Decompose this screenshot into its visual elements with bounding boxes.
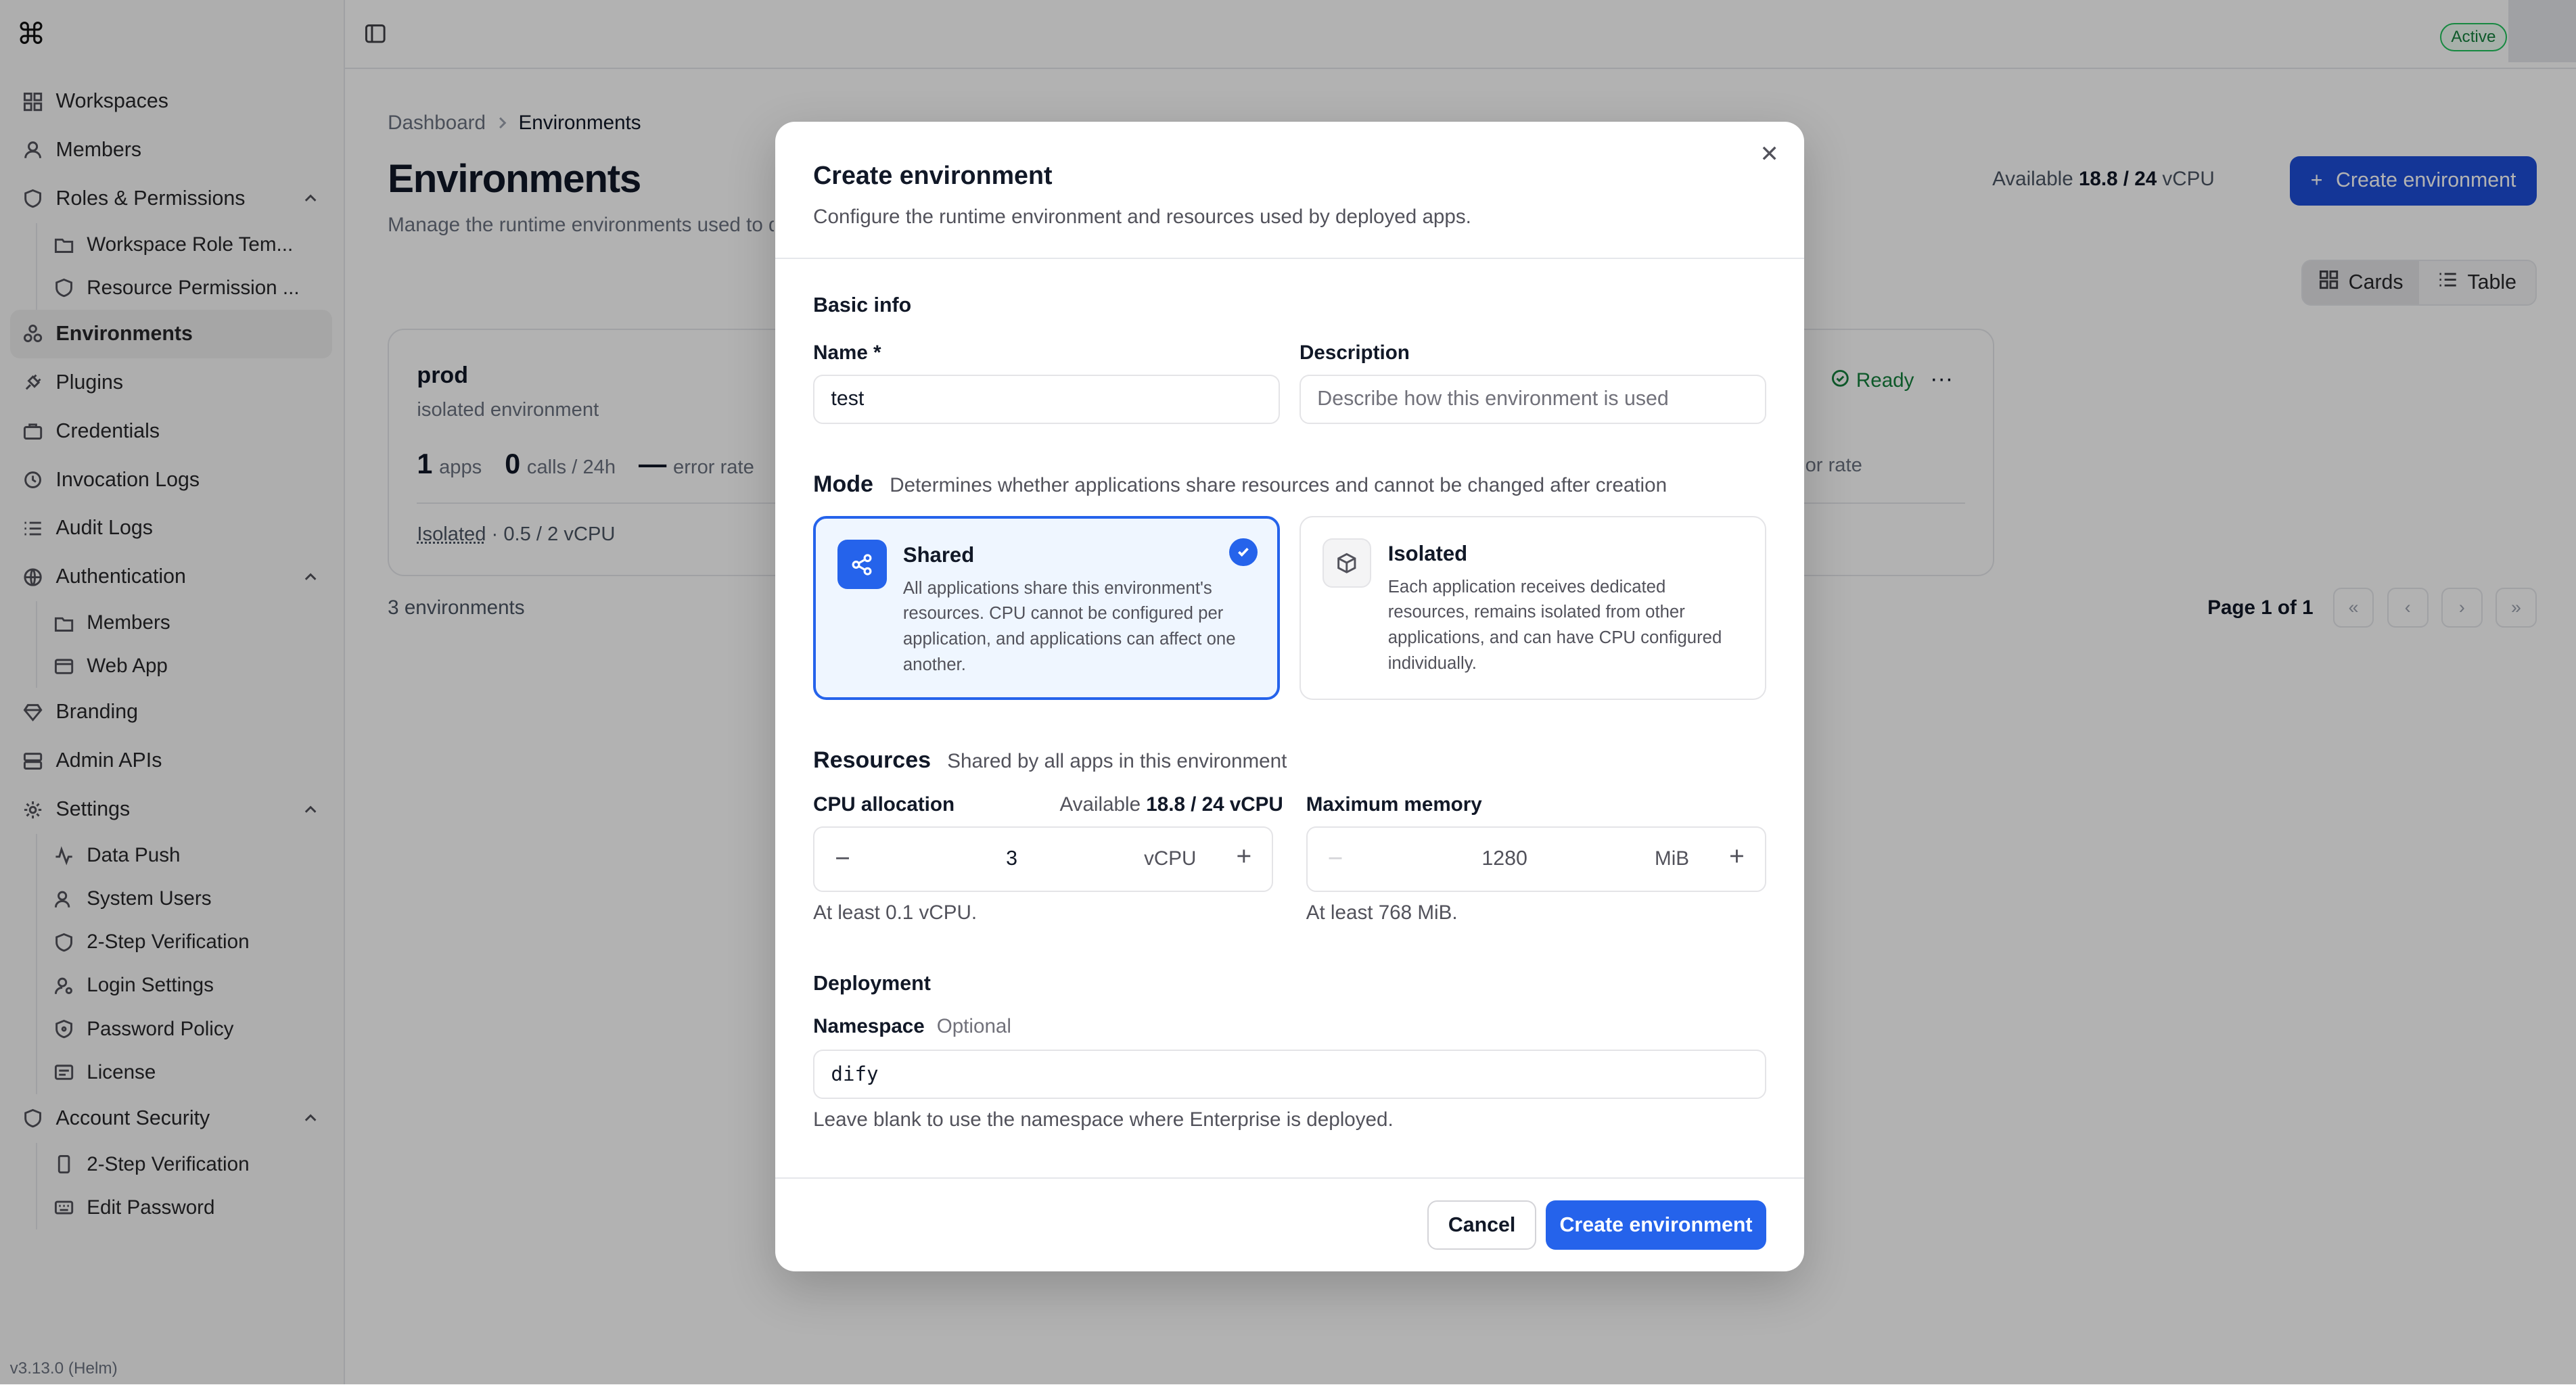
cancel-button[interactable]: Cancel [1427,1200,1536,1250]
cpu-stepper: − 3 vCPU + [813,826,1274,892]
mode-option-title: Shared [902,542,975,567]
resources-heading: Resources Shared by all apps in this env… [813,747,1287,774]
description-input[interactable]: Describe how this environment is used [1300,374,1766,424]
mode-heading: Mode Determines whether applications sha… [813,471,1667,498]
dialog-subtitle: Configure the runtime environment and re… [813,205,1471,228]
box-icon [1322,538,1372,588]
share-icon [837,540,887,589]
resources-title: Resources [813,747,932,773]
mode-subtitle: Determines whether applications share re… [890,473,1668,496]
memory-stepper: − 1280 MiB + [1306,826,1766,892]
increment-cpu-button[interactable]: + [1233,843,1256,870]
resources-subtitle: Shared by all apps in this environment [947,749,1287,772]
namespace-label-group: Namespace Optional [813,1015,1011,1038]
mode-option-isolated[interactable]: Isolated Each application receives dedic… [1300,515,1766,700]
increment-memory-button[interactable]: + [1725,843,1748,870]
cpu-available-prefix: Available [1059,793,1141,816]
cpu-unit: vCPU [1144,847,1197,870]
check-icon [1229,538,1258,566]
memory-hint: At least 768 MiB. [1306,901,1458,924]
decrement-memory-button[interactable]: − [1324,845,1347,872]
cpu-hint: At least 0.1 vCPU. [813,901,978,924]
mode-option-title: Isolated [1387,541,1468,565]
basic-info-heading: Basic info [813,294,912,316]
name-input[interactable]: test [813,374,1280,424]
memory-input[interactable]: 1280 [1373,847,1636,870]
app-root: ⌘ Workspaces Members Roles & Permissions… [0,0,2576,1385]
dialog-divider [775,258,1804,259]
footer-divider [775,1177,1804,1179]
close-icon[interactable]: ✕ [1758,143,1781,166]
create-environment-submit-button[interactable]: Create environment [1546,1200,1766,1250]
create-environment-dialog: ✕ Create environment Configure the runti… [775,121,1804,1271]
deployment-heading: Deployment [813,972,931,995]
memory-unit: MiB [1655,847,1690,870]
namespace-hint: Leave blank to use the namespace where E… [813,1108,1394,1131]
dialog-title: Create environment [813,160,1053,189]
mode-option-description: Each application receives dedicated reso… [1387,577,1722,674]
name-label: Name * [813,342,881,365]
description-label: Description [1300,342,1410,365]
namespace-label: Namespace [813,1014,925,1037]
decrement-cpu-button[interactable]: − [831,845,854,872]
mode-option-shared[interactable]: Shared All applications share this envir… [813,515,1280,700]
cpu-available-value: 18.8 / 24 vCPU [1146,793,1283,816]
cpu-input[interactable]: 3 [880,847,1143,870]
mode-option-description: All applications share this environment'… [902,578,1236,675]
cpu-available: Available 18.8 / 24 vCPU [1059,793,1283,816]
cpu-label: CPU allocation [813,793,955,816]
mode-title: Mode [813,471,873,497]
memory-label: Maximum memory [1306,793,1482,816]
namespace-optional: Optional [936,1014,1011,1037]
namespace-input[interactable]: dify [813,1049,1766,1099]
